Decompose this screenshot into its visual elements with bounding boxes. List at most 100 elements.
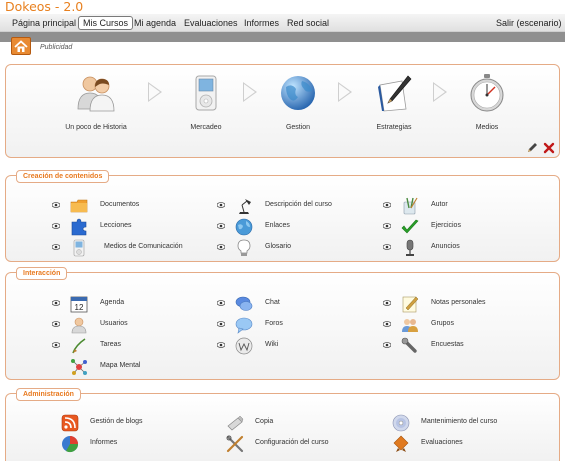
- tool-label: Encuestas: [431, 341, 464, 348]
- visibility-eye-icon[interactable]: [52, 202, 60, 208]
- group-icon: [402, 319, 418, 332]
- tool-label: Gestión de blogs: [90, 418, 143, 425]
- pen-paper-icon: [378, 75, 412, 112]
- tool-label: Foros: [265, 320, 283, 327]
- tool-label: Agenda: [100, 299, 125, 306]
- microphone-icon: [406, 239, 414, 256]
- visibility-eye-icon[interactable]: [217, 342, 225, 348]
- pie-chart-icon: [62, 436, 79, 453]
- tool-label: Glosario: [265, 243, 292, 250]
- tool-label: Grupos: [431, 320, 454, 327]
- visibility-eye-icon[interactable]: [217, 321, 225, 327]
- survey-icon: [401, 337, 417, 353]
- author-icon: [403, 197, 418, 215]
- user-icon: [71, 317, 87, 334]
- tool-label: Medios de Comunicación: [104, 243, 183, 250]
- section-title: Administración: [16, 388, 81, 401]
- step-label: Mercadeo: [190, 124, 222, 131]
- logout-link[interactable]: Salir (escenario): [496, 16, 562, 30]
- visibility-eye-icon[interactable]: [383, 321, 391, 327]
- visibility-eye-icon[interactable]: [217, 223, 225, 229]
- ipod-icon: [73, 239, 85, 257]
- tool-label: Tareas: [100, 341, 122, 348]
- step-label: Gestion: [285, 124, 311, 131]
- tool-label: Mapa Mental: [100, 362, 141, 369]
- main-nav: Página principal Mis Cursos Mi agenda Ev…: [0, 14, 565, 32]
- tool-label: Informes: [90, 439, 118, 446]
- section-title: Interacción: [16, 267, 68, 280]
- delete-icon[interactable]: [543, 142, 555, 154]
- nav-my-agenda[interactable]: Mi agenda: [134, 16, 176, 30]
- stopwatch-icon: [470, 74, 504, 112]
- tools-icon: [226, 435, 244, 453]
- visibility-eye-icon[interactable]: [52, 342, 60, 348]
- content-creation-panel: Creación de contenidos Documentos Leccio…: [5, 170, 560, 262]
- puzzle-icon: [71, 218, 87, 236]
- award-icon: [393, 435, 409, 452]
- tool-label: Enlaces: [265, 222, 290, 229]
- nav-home[interactable]: Página principal: [12, 16, 76, 30]
- visibility-eye-icon[interactable]: [52, 244, 60, 250]
- notes-icon: [402, 296, 419, 313]
- learning-path-panel: Un poco de Historia Mercadeo Gestion Est…: [5, 64, 560, 158]
- chat-icon: [235, 296, 253, 311]
- visibility-eye-icon[interactable]: [52, 321, 60, 327]
- nav-social-network[interactable]: Red social: [287, 16, 329, 30]
- visibility-eye-icon[interactable]: [383, 300, 391, 306]
- arrow-icon: [433, 82, 447, 102]
- svg-text:12: 12: [75, 303, 84, 312]
- link-globe-icon: [235, 218, 253, 236]
- mindmap-icon: [71, 359, 87, 375]
- visibility-eye-icon[interactable]: [52, 300, 60, 306]
- tasks-icon: [72, 338, 86, 354]
- tool-label: Usuarios: [100, 320, 128, 327]
- users-icon: [77, 76, 115, 112]
- arrow-icon: [243, 82, 257, 102]
- tool-label: Lecciones: [100, 222, 132, 229]
- visibility-eye-icon[interactable]: [383, 202, 391, 208]
- forum-icon: [235, 317, 253, 334]
- tool-label: Autor: [431, 201, 448, 208]
- visibility-eye-icon[interactable]: [52, 223, 60, 229]
- tool-label: Ejercicios: [431, 222, 461, 229]
- wiki-icon: [235, 337, 253, 355]
- section-title: Creación de contenidos: [16, 170, 110, 183]
- checkmark-icon: [401, 219, 419, 234]
- visibility-eye-icon[interactable]: [383, 244, 391, 250]
- arrow-icon: [338, 82, 352, 102]
- lamp-icon: [239, 199, 251, 214]
- visibility-eye-icon[interactable]: [217, 300, 225, 306]
- folder-icon: [70, 199, 88, 213]
- globe-icon: [281, 76, 315, 110]
- visibility-eye-icon[interactable]: [217, 244, 225, 250]
- nav-evaluations[interactable]: Evaluaciones: [184, 16, 238, 30]
- tool-label: Mantenimiento del curso: [421, 418, 498, 425]
- step-label: Estrategias: [376, 124, 412, 131]
- step-label: Medios: [475, 124, 499, 131]
- arrow-icon: [148, 82, 162, 102]
- calendar-icon: 12: [70, 296, 88, 313]
- cd-icon: [392, 414, 410, 432]
- tool-label: Copia: [255, 418, 274, 425]
- tool-label: Wiki: [265, 341, 279, 348]
- tool-label: Configuración del curso: [255, 439, 329, 446]
- edit-icon[interactable]: [526, 142, 538, 154]
- lightbulb-icon: [237, 239, 251, 256]
- visibility-eye-icon[interactable]: [383, 223, 391, 229]
- tool-label: Evaluaciones: [421, 439, 463, 446]
- nav-my-courses[interactable]: Mis Cursos: [78, 16, 134, 30]
- blog-icon: [61, 414, 79, 432]
- tool-label: Anuncios: [431, 243, 460, 250]
- tool-label: Documentos: [100, 201, 140, 208]
- usb-icon: [227, 415, 244, 431]
- ipod-icon: [195, 75, 217, 111]
- app-logo[interactable]: Dokeos - 2.0: [5, 0, 83, 14]
- nav-reports[interactable]: Informes: [244, 16, 279, 30]
- home-icon[interactable]: [11, 37, 31, 55]
- visibility-eye-icon[interactable]: [217, 202, 225, 208]
- breadcrumb[interactable]: Publicidad: [40, 44, 72, 51]
- tool-label: Notas personales: [431, 299, 486, 306]
- administration-panel: Administración Gestión de blogs Informes…: [5, 388, 560, 461]
- tool-label: Chat: [265, 299, 280, 306]
- visibility-eye-icon[interactable]: [383, 342, 391, 348]
